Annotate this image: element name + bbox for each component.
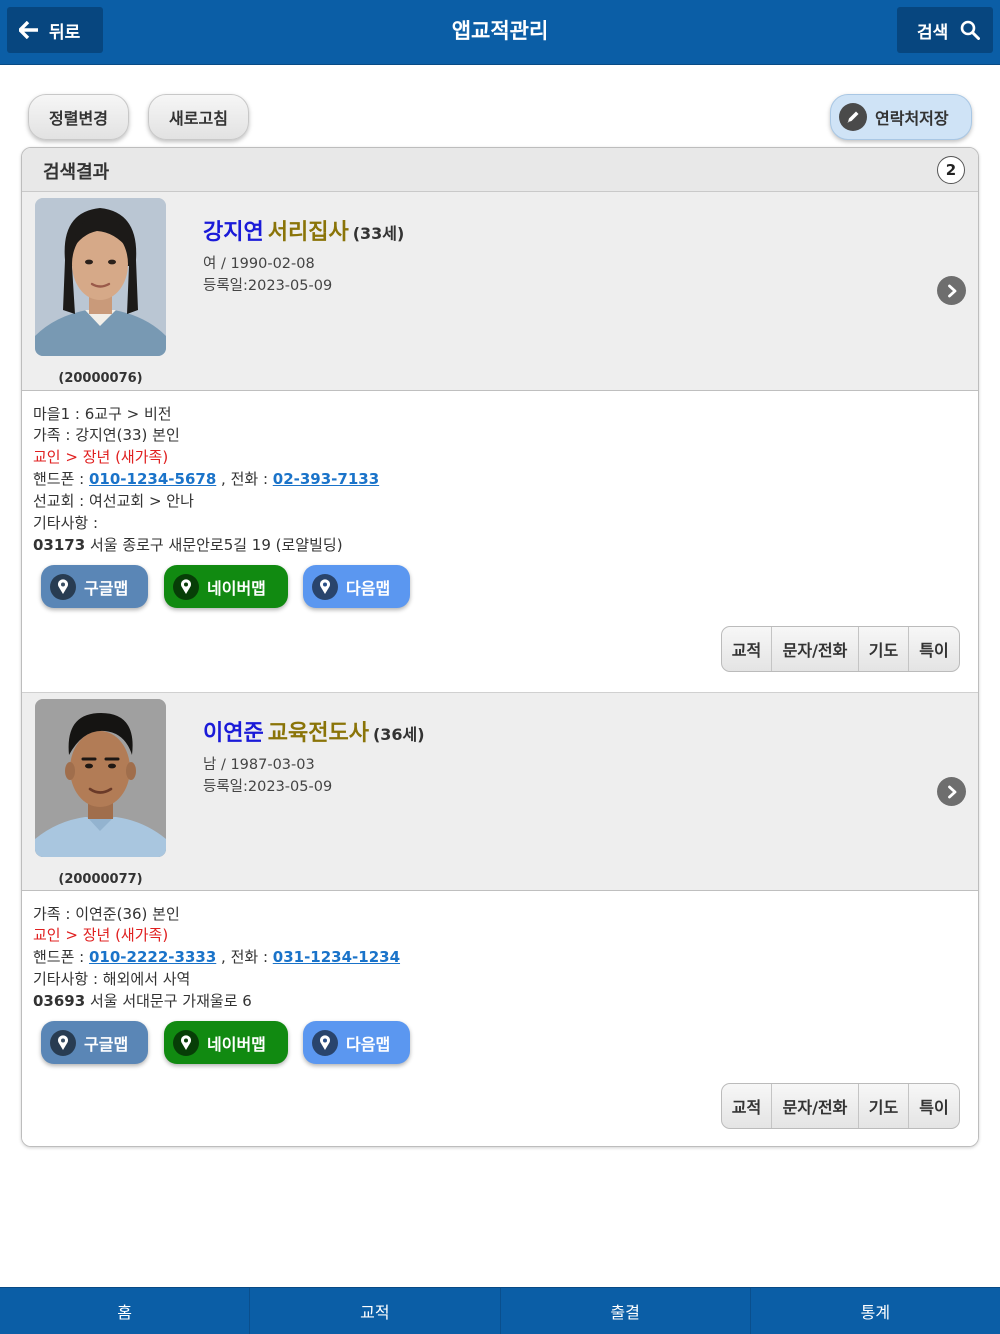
map-pin-icon (173, 573, 199, 600)
tab-home[interactable]: 홈 (0, 1288, 251, 1334)
tel-label: , 전화 : (216, 948, 273, 966)
daum-map-button[interactable]: 다음맵 (303, 1021, 410, 1064)
etc-info: 기타사항 : (33, 514, 99, 532)
tab-statistics[interactable]: 통계 (751, 1288, 1000, 1334)
map-pin-icon (173, 1029, 199, 1056)
person-name: 이연준 (203, 721, 264, 746)
person-id: (20000077) (58, 872, 143, 887)
daum-map-button[interactable]: 다음맵 (303, 565, 410, 608)
search-results-panel: 검색결과 2 (20000076) 강지연 서리집사 (33세) 여 / 1990 (21, 147, 979, 1147)
map-pin-icon (312, 1029, 338, 1056)
search-label: 검색 (917, 22, 949, 43)
sms-call-button[interactable]: 문자/전화 (772, 627, 859, 671)
member-status: 교인 > 장년 (새가족) (33, 926, 169, 944)
action-button-group: 교적 문자/전화 기도 특이 (721, 626, 960, 672)
sms-call-button[interactable]: 문자/전화 (772, 1084, 859, 1128)
person-age: (36세) (372, 725, 425, 744)
address: 서울 서대문구 가재울로 6 (85, 992, 252, 1010)
search-button[interactable]: 검색 (897, 7, 993, 53)
address-line: 03173 서울 종로구 새문안로5길 19 (로얄빌딩) (33, 534, 343, 555)
phone-label: 핸드폰 : (33, 948, 89, 966)
register-date: 등록일:2023-05-09 (203, 278, 333, 294)
register-date: 등록일:2023-05-09 (203, 779, 333, 795)
phone-label: 핸드폰 : (33, 470, 89, 488)
telephone-link[interactable]: 02-393-7133 (273, 470, 379, 488)
action-button-group: 교적 문자/전화 기도 특이 (721, 1083, 960, 1129)
person-card-body: 가족 : 이연준(36) 본인 교인 > 장년 (새가족) 핸드폰 : 010-… (22, 891, 978, 1146)
tel-label: , 전화 : (216, 470, 273, 488)
naver-map-label: 네이버맵 (207, 578, 266, 598)
result-count-badge: 2 (937, 156, 965, 184)
special-button[interactable]: 특이 (909, 1084, 959, 1128)
chevron-right-icon[interactable] (937, 777, 966, 806)
postcode: 03173 (33, 536, 86, 554)
address: 서울 종로구 새문안로5길 19 (로얄빌딩) (85, 536, 343, 554)
person-id: (20000076) (58, 371, 143, 386)
prayer-button[interactable]: 기도 (859, 1084, 909, 1128)
results-header: 검색결과 2 (22, 148, 978, 192)
naver-map-label: 네이버맵 (207, 1034, 266, 1054)
app-header: 뒤로 앱교적관리 검색 (0, 0, 1000, 65)
bottom-tab-bar: 홈 교적 출결 통계 (0, 1287, 1000, 1334)
person-age: (33세) (352, 224, 405, 243)
family-info: 가족 : 강지연(33) 본인 (33, 426, 180, 444)
address-line: 03693 서울 서대문구 가재울로 6 (33, 990, 252, 1011)
google-map-label: 구글맵 (84, 1034, 129, 1054)
tab-records[interactable]: 교적 (250, 1288, 501, 1334)
person-name: 강지연 (203, 220, 264, 245)
mobile-phone-link[interactable]: 010-1234-5678 (89, 470, 216, 488)
gender-birth: 여 / 1990-02-08 (203, 256, 315, 272)
etc-info: 기타사항 : 해외에서 사역 (33, 970, 191, 988)
chevron-right-icon[interactable] (937, 276, 966, 305)
pencil-icon (839, 103, 867, 131)
member-status: 교인 > 장년 (새가족) (33, 448, 169, 466)
records-button[interactable]: 교적 (722, 627, 772, 671)
results-title: 검색결과 (43, 162, 110, 183)
postcode: 03693 (33, 992, 86, 1010)
special-button[interactable]: 특이 (909, 627, 959, 671)
person-name-line: 이연준 교육전도사 (36세) (203, 715, 425, 747)
prayer-button[interactable]: 기도 (859, 627, 909, 671)
person-photo (35, 198, 166, 356)
person-card-header[interactable]: (20000077) 이연준 교육전도사 (36세) 남 / 1987-03-03 … (22, 692, 978, 891)
mobile-phone-link[interactable]: 010-2222-3333 (89, 948, 216, 966)
person-card-body: 마을1 : 6교구 > 비전 가족 : 강지연(33) 본인 교인 > 장년 (… (22, 391, 978, 692)
save-contacts-label: 연락처저장 (875, 109, 949, 128)
daum-map-label: 다음맵 (346, 1034, 391, 1054)
person-name-line: 강지연 서리집사 (33세) (203, 214, 404, 246)
person-card-header[interactable]: (20000076) 강지연 서리집사 (33세) 여 / 1990-02-08 등… (22, 192, 978, 391)
village-info: 마을1 : 6교구 > 비전 (33, 405, 172, 423)
map-pin-icon (312, 573, 338, 600)
person-title: 교육전도사 (267, 721, 369, 746)
map-pin-icon (50, 573, 76, 600)
google-map-button[interactable]: 구글맵 (41, 565, 148, 608)
records-button[interactable]: 교적 (722, 1084, 772, 1128)
telephone-link[interactable]: 031-1234-1234 (273, 948, 400, 966)
mission-group: 선교회 : 여선교회 > 안나 (33, 492, 194, 510)
map-pin-icon (50, 1029, 76, 1056)
family-info: 가족 : 이연준(36) 본인 (33, 905, 180, 923)
google-map-button[interactable]: 구글맵 (41, 1021, 148, 1064)
magnifier-icon (960, 20, 981, 40)
sort-button[interactable]: 정렬변경 (28, 94, 129, 140)
daum-map-label: 다음맵 (346, 578, 391, 598)
person-photo (35, 699, 166, 857)
gender-birth: 남 / 1987-03-03 (203, 757, 315, 773)
phone-line: 핸드폰 : 010-2222-3333 , 전화 : 031-1234-1234 (33, 946, 400, 967)
page-title: 앱교적관리 (451, 19, 549, 43)
google-map-label: 구글맵 (84, 578, 129, 598)
person-title: 서리집사 (267, 220, 349, 245)
phone-line: 핸드폰 : 010-1234-5678 , 전화 : 02-393-7133 (33, 468, 379, 489)
naver-map-button[interactable]: 네이버맵 (164, 565, 288, 608)
refresh-button[interactable]: 새로고침 (148, 94, 249, 140)
save-contacts-button[interactable]: 연락처저장 (830, 94, 972, 140)
naver-map-button[interactable]: 네이버맵 (164, 1021, 288, 1064)
tab-attendance[interactable]: 출결 (501, 1288, 751, 1334)
